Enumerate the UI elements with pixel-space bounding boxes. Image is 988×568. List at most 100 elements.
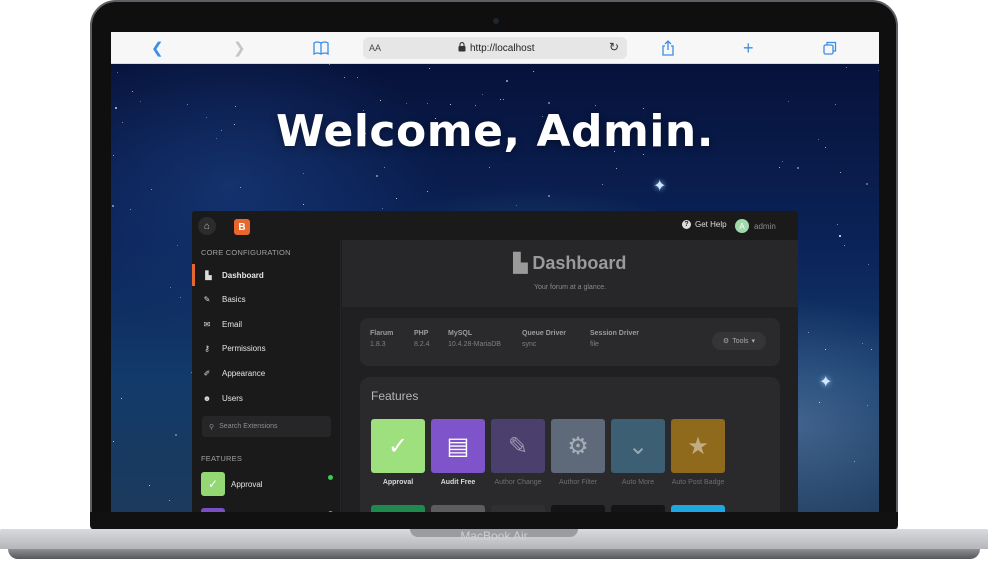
star xyxy=(867,263,869,265)
extension-tile-9[interactable]: ★ xyxy=(491,505,545,512)
extension-tile-12[interactable]: ◉ xyxy=(671,505,725,512)
search-extensions-input[interactable]: ⚲ Search Extensions xyxy=(202,416,331,437)
star xyxy=(481,93,483,95)
star xyxy=(120,398,122,400)
screen: ❮ ❯ AA http://localhost ↻ + ✦ ✦ Welcome,… xyxy=(111,32,879,512)
tabs-icon[interactable] xyxy=(823,38,837,58)
extension-tile-label: Author Filter xyxy=(558,479,598,486)
text-size-button[interactable]: AA xyxy=(369,43,381,53)
audit-free-icon: ▤ xyxy=(201,508,225,512)
star xyxy=(533,71,534,73)
approval-icon: ✓ xyxy=(201,472,225,496)
extension-tile-approval[interactable]: ✓ Approval xyxy=(371,419,425,489)
info-key: PHP xyxy=(414,330,429,337)
star xyxy=(384,167,386,169)
page-title: ▙ Dashboard xyxy=(513,253,627,273)
reload-icon[interactable]: ↻ xyxy=(609,40,619,54)
star xyxy=(836,223,838,225)
info-mysql: MySQL 10.4.28-MariaDB xyxy=(448,330,501,348)
tools-dropdown[interactable]: ⚙ Tools ▾ xyxy=(712,332,766,350)
author-filter-icon: ⚙ xyxy=(551,419,605,473)
extension-item-approval[interactable]: ✓ Approval xyxy=(201,472,337,496)
info-value: 8.2.4 xyxy=(414,341,430,348)
search-icon: ⚲ xyxy=(209,423,215,431)
extension-tile-audit-free[interactable]: ▤ Audit Free xyxy=(431,419,485,489)
user-menu[interactable]: A admin xyxy=(735,219,776,233)
star xyxy=(150,189,152,191)
star xyxy=(116,72,118,74)
extension-9-icon: ★ xyxy=(491,505,545,512)
extension-tile-author-change[interactable]: ✎ Author Change xyxy=(491,419,545,489)
chart-icon: ▙ xyxy=(513,253,528,273)
info-key: Flarum xyxy=(370,330,394,337)
welcome-hero-background: ✦ ✦ Welcome, Admin. ⌂ B ? Get Help A adm… xyxy=(111,64,879,512)
new-tab-plus-icon[interactable]: + xyxy=(743,38,754,58)
welcome-heading: Welcome, Admin. xyxy=(276,106,714,157)
star xyxy=(239,187,241,189)
extension-tile-auto-more[interactable]: ⌄ Auto More xyxy=(611,419,665,489)
envelope-icon: ✉ xyxy=(203,319,211,329)
info-value: 1.8.3 xyxy=(370,341,386,348)
star xyxy=(169,287,171,289)
auto-post-badge-icon: ★ xyxy=(671,419,725,473)
info-php: PHP 8.2.4 xyxy=(414,330,430,348)
get-help-button[interactable]: ? Get Help xyxy=(682,220,727,229)
approval-icon: ✓ xyxy=(371,419,425,473)
star xyxy=(797,166,800,169)
info-session-driver: Session Driver file xyxy=(590,330,639,348)
extension-label: Approval xyxy=(231,479,263,489)
page-subtitle: Your forum at a glance. xyxy=(533,284,607,291)
admin-header: ⌂ B ? Get Help A admin xyxy=(192,211,798,240)
features-heading: FEATURES xyxy=(201,454,243,463)
extension-item-audit-free[interactable]: ▤Audit Free xyxy=(201,508,337,512)
search-placeholder: Search Extensions xyxy=(219,423,278,430)
sidebar-item-dashboard[interactable]: ▙ Dashboard xyxy=(192,264,340,286)
bookmarks-book-icon[interactable] xyxy=(313,38,329,58)
star xyxy=(502,99,504,101)
extension-tile-7[interactable]: B xyxy=(371,505,425,512)
sidebar-item-label: Email xyxy=(222,319,243,329)
forum-logo[interactable]: B xyxy=(234,219,250,235)
sidebar-item-appearance[interactable]: ✐ Appearance xyxy=(192,362,340,384)
star xyxy=(548,194,551,197)
star xyxy=(168,499,170,501)
features-widget: Features ✓ Approval ▤ Audit Free ✎ Author Cha… xyxy=(360,377,780,512)
sparkle-icon: ✦ xyxy=(819,374,833,391)
extension-tile-auto-post-badge[interactable]: ★ Auto Post Badge xyxy=(671,419,725,489)
get-help-label: Get Help xyxy=(695,220,727,229)
avatar: A xyxy=(735,219,749,233)
star xyxy=(867,404,869,406)
sidebar-item-label: Dashboard xyxy=(222,270,264,280)
sidebar-item-label: Users xyxy=(222,393,243,403)
forward-chevron-right-icon[interactable]: ❯ xyxy=(233,38,246,58)
share-icon[interactable] xyxy=(661,38,675,58)
extension-tile-11[interactable]: ⤓ xyxy=(611,505,665,512)
star xyxy=(547,102,550,105)
star xyxy=(499,99,501,101)
star xyxy=(356,76,358,78)
question-icon: ? xyxy=(682,220,691,229)
url-text: http://localhost xyxy=(470,43,535,54)
star xyxy=(113,441,115,443)
laptop-frame: ❮ ❯ AA http://localhost ↻ + ✦ ✦ Welcome,… xyxy=(0,0,988,568)
star xyxy=(839,235,842,238)
star xyxy=(877,70,879,72)
sidebar-item-permissions[interactable]: ⚷ Permissions xyxy=(192,338,340,360)
extension-tile-author-filter[interactable]: ⚙ Author Filter xyxy=(551,419,605,489)
star xyxy=(853,460,855,462)
home-icon[interactable]: ⌂ xyxy=(198,217,216,235)
author-change-icon: ✎ xyxy=(491,419,545,473)
sidebar-item-email[interactable]: ✉ Email xyxy=(192,313,340,335)
sparkle-icon: ✦ xyxy=(653,178,667,195)
extension-tile-10[interactable]: ! xyxy=(551,505,605,512)
sidebar-item-users[interactable]: ☻ Users xyxy=(192,387,340,409)
sidebar-item-basics[interactable]: ✎ Basics xyxy=(192,289,340,311)
auto-more-icon: ⌄ xyxy=(611,419,665,473)
status-widget: Flarum 1.8.3 PHP 8.2.4 MySQL 10.4.28-MariaDB Q… xyxy=(360,318,780,366)
extension-tile-8[interactable] xyxy=(431,505,485,512)
back-chevron-left-icon[interactable]: ❮ xyxy=(151,38,164,58)
star xyxy=(328,64,330,65)
star xyxy=(449,104,451,106)
url-bar[interactable]: AA http://localhost ↻ xyxy=(363,37,627,59)
info-value: file xyxy=(590,341,599,348)
